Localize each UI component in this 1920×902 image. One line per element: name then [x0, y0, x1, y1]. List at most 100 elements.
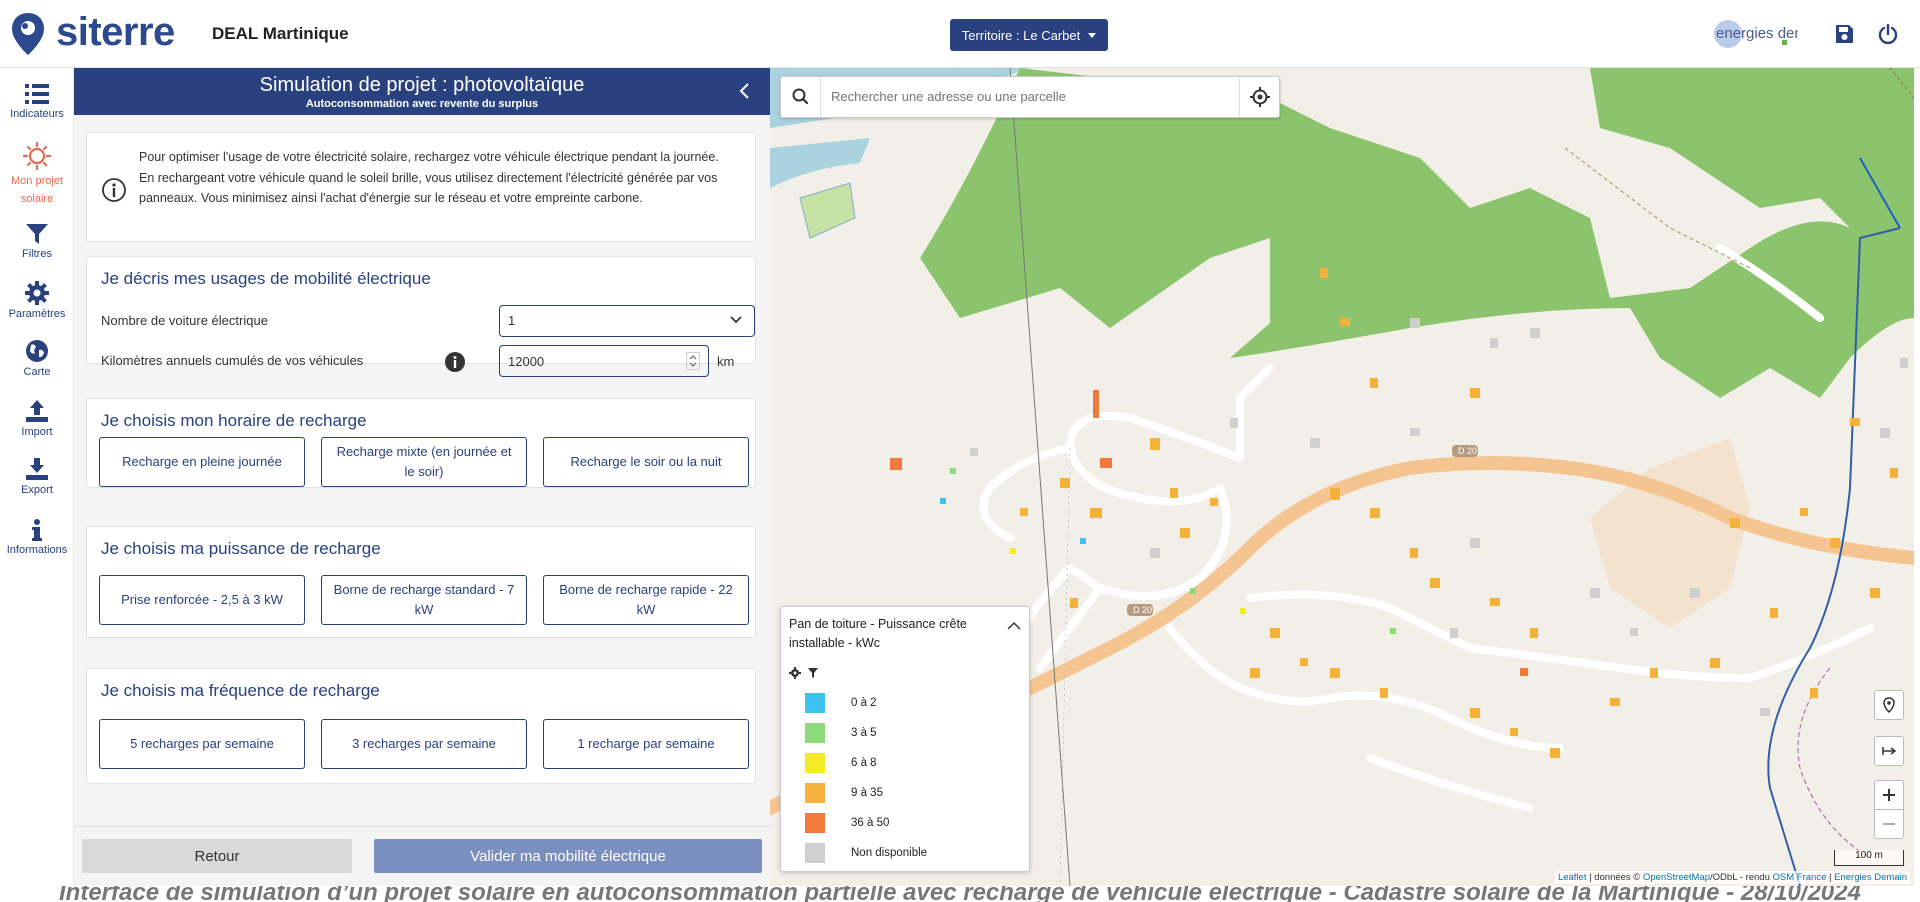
frequency-card: Je choisis ma fréquence de recharge 5 re…: [86, 668, 756, 784]
nav-item-carte[interactable]: Carte: [0, 338, 74, 378]
energies-demain-logo: energies demain: [1712, 16, 1827, 52]
nav-label: Export: [21, 484, 53, 496]
attribution-text: |: [1826, 872, 1835, 883]
map-attribution: Leaflet | données © OpenStreetMap/ODbL -…: [1554, 871, 1910, 884]
legend-item: 0 à 2: [805, 693, 877, 713]
energies-demain-link[interactable]: Energies Demain: [1834, 872, 1907, 883]
minus-icon: [1883, 823, 1895, 825]
ruler-icon: [1882, 747, 1897, 755]
osm-france-link[interactable]: OSM France: [1773, 872, 1827, 883]
nav-item-export[interactable]: Export: [0, 456, 74, 496]
schedule-title: Je choisis mon horaire de recharge: [101, 411, 367, 430]
gear-icon: [25, 281, 49, 305]
option-3-recharges[interactable]: 3 recharges par semaine: [321, 719, 527, 769]
cars-count-value: 1: [508, 313, 516, 328]
legend-item: 6 à 8: [805, 753, 877, 773]
legend-swatch: [805, 753, 825, 773]
nav-label: Carte: [23, 366, 51, 378]
power-title: Je choisis ma puissance de recharge: [101, 539, 381, 558]
power-icon[interactable]: [1877, 23, 1899, 45]
usage-card: Je décris mes usages de mobilité électri…: [86, 256, 756, 377]
top-bar: siterre DEAL Martinique Territoire : Le …: [0, 0, 1920, 68]
option-recharge-soir-nuit[interactable]: Recharge le soir ou la nuit: [543, 437, 749, 487]
nav-label: Informations: [6, 544, 68, 556]
nav-item-indicateurs[interactable]: Indicateurs: [0, 82, 74, 120]
panel-title: Simulation de projet : photovoltaïque: [259, 74, 585, 96]
legend-label: 9 à 35: [851, 787, 883, 799]
option-5-recharges[interactable]: 5 recharges par semaine: [99, 719, 305, 769]
save-icon[interactable]: [1833, 23, 1855, 45]
map-view[interactable]: D 20 D 20 Pan de toiture - Puissance crê…: [770, 68, 1914, 886]
validate-button[interactable]: Valider ma mobilité électrique: [374, 839, 762, 873]
attribution-text: | données ©: [1586, 872, 1643, 883]
info-tooltip-icon[interactable]: [444, 351, 466, 373]
locate-button[interactable]: [1239, 77, 1279, 117]
usage-title: Je décris mes usages de mobilité électri…: [101, 269, 431, 288]
chevron-up-icon[interactable]: [1007, 621, 1021, 631]
zoom-in-button[interactable]: [1874, 780, 1904, 810]
sun-icon: [23, 142, 51, 170]
crosshair-icon: [1250, 87, 1270, 107]
legend-label: 3 à 5: [851, 727, 877, 739]
nav-item-informations[interactable]: Informations: [0, 518, 74, 556]
km-input[interactable]: 12000: [499, 345, 709, 377]
address-search-input[interactable]: [831, 89, 1231, 104]
legend-swatch: [805, 783, 825, 803]
legend-label: 0 à 2: [851, 697, 877, 709]
option-prise-renforcee[interactable]: Prise renforcée - 2,5 à 3 kW: [99, 575, 305, 625]
search-button[interactable]: [781, 77, 821, 117]
number-spinner[interactable]: [686, 352, 700, 370]
download-icon: [26, 458, 48, 480]
map-scale: 100 m: [1834, 850, 1904, 866]
chevron-down-icon: [730, 316, 742, 324]
measure-button[interactable]: [1874, 736, 1904, 766]
nav-item-import[interactable]: Import: [0, 398, 74, 438]
nav-label: Filtres: [22, 248, 52, 260]
option-1-recharge[interactable]: 1 recharge par semaine: [543, 719, 749, 769]
map-search-bar: [780, 76, 1280, 118]
settings-icon[interactable]: [789, 667, 801, 679]
territory-dropdown[interactable]: Territoire : Le Carbet: [950, 19, 1108, 51]
legend-label: 36 à 50: [851, 817, 890, 829]
filter-icon[interactable]: [807, 667, 819, 679]
km-label: Kilomètres annuels cumulés de vos véhicu…: [101, 353, 364, 368]
legend-item: 36 à 50: [805, 813, 889, 833]
map-marker-button[interactable]: [1874, 690, 1904, 720]
option-recharge-pleine-journee[interactable]: Recharge en pleine journée: [99, 437, 305, 487]
cars-label: Nombre de voiture électrique: [101, 313, 268, 328]
legend-title: Pan de toiture - Puissance crête install…: [789, 617, 967, 650]
globe-icon: [26, 340, 48, 362]
organization-name: DEAL Martinique: [212, 24, 349, 43]
info-card: Pour optimiser l'usage de votre électric…: [86, 132, 756, 242]
nav-item-filtres[interactable]: Filtres: [0, 222, 74, 260]
option-borne-rapide[interactable]: Borne de recharge rapide - 22 kW: [543, 575, 749, 625]
km-unit: km: [717, 354, 735, 369]
territory-label: Territoire : Le Carbet: [961, 27, 1081, 43]
legend-swatch: [805, 723, 825, 743]
map-marker-icon: [1883, 697, 1895, 713]
map-pin-logo-icon: [10, 11, 46, 55]
caret-down-icon: [1088, 32, 1097, 38]
info-circle-icon: [102, 178, 126, 202]
chevron-left-icon[interactable]: [736, 82, 754, 100]
osm-link[interactable]: OpenStreetMap: [1643, 872, 1710, 883]
km-value: 12000: [508, 354, 545, 369]
schedule-card: Je choisis mon horaire de recharge Recha…: [86, 398, 756, 488]
option-borne-standard[interactable]: Borne de recharge standard - 7 kW: [321, 575, 527, 625]
frequency-title: Je choisis ma fréquence de recharge: [101, 681, 380, 700]
cars-count-select[interactable]: 1: [499, 305, 755, 337]
back-button[interactable]: Retour: [82, 839, 352, 873]
zoom-out-button[interactable]: [1874, 809, 1904, 839]
nav-label: Import: [21, 426, 53, 438]
road-label: D 20: [1133, 605, 1152, 615]
option-recharge-mixte[interactable]: Recharge mixte (en journée et le soir): [321, 437, 527, 487]
siterre-logo[interactable]: siterre: [10, 10, 175, 55]
nav-item-parametres[interactable]: Paramètres: [0, 280, 74, 320]
legend-tools: [789, 667, 819, 679]
leaflet-link[interactable]: Leaflet: [1558, 872, 1587, 883]
panel-header: Simulation de projet : photovoltaïque Au…: [74, 68, 770, 115]
legend-label: 6 à 8: [851, 757, 877, 769]
nav-item-mon-projet-solaire[interactable]: Mon projet solaire: [0, 142, 74, 208]
upload-icon: [26, 400, 48, 422]
legend-swatch: [805, 843, 825, 863]
